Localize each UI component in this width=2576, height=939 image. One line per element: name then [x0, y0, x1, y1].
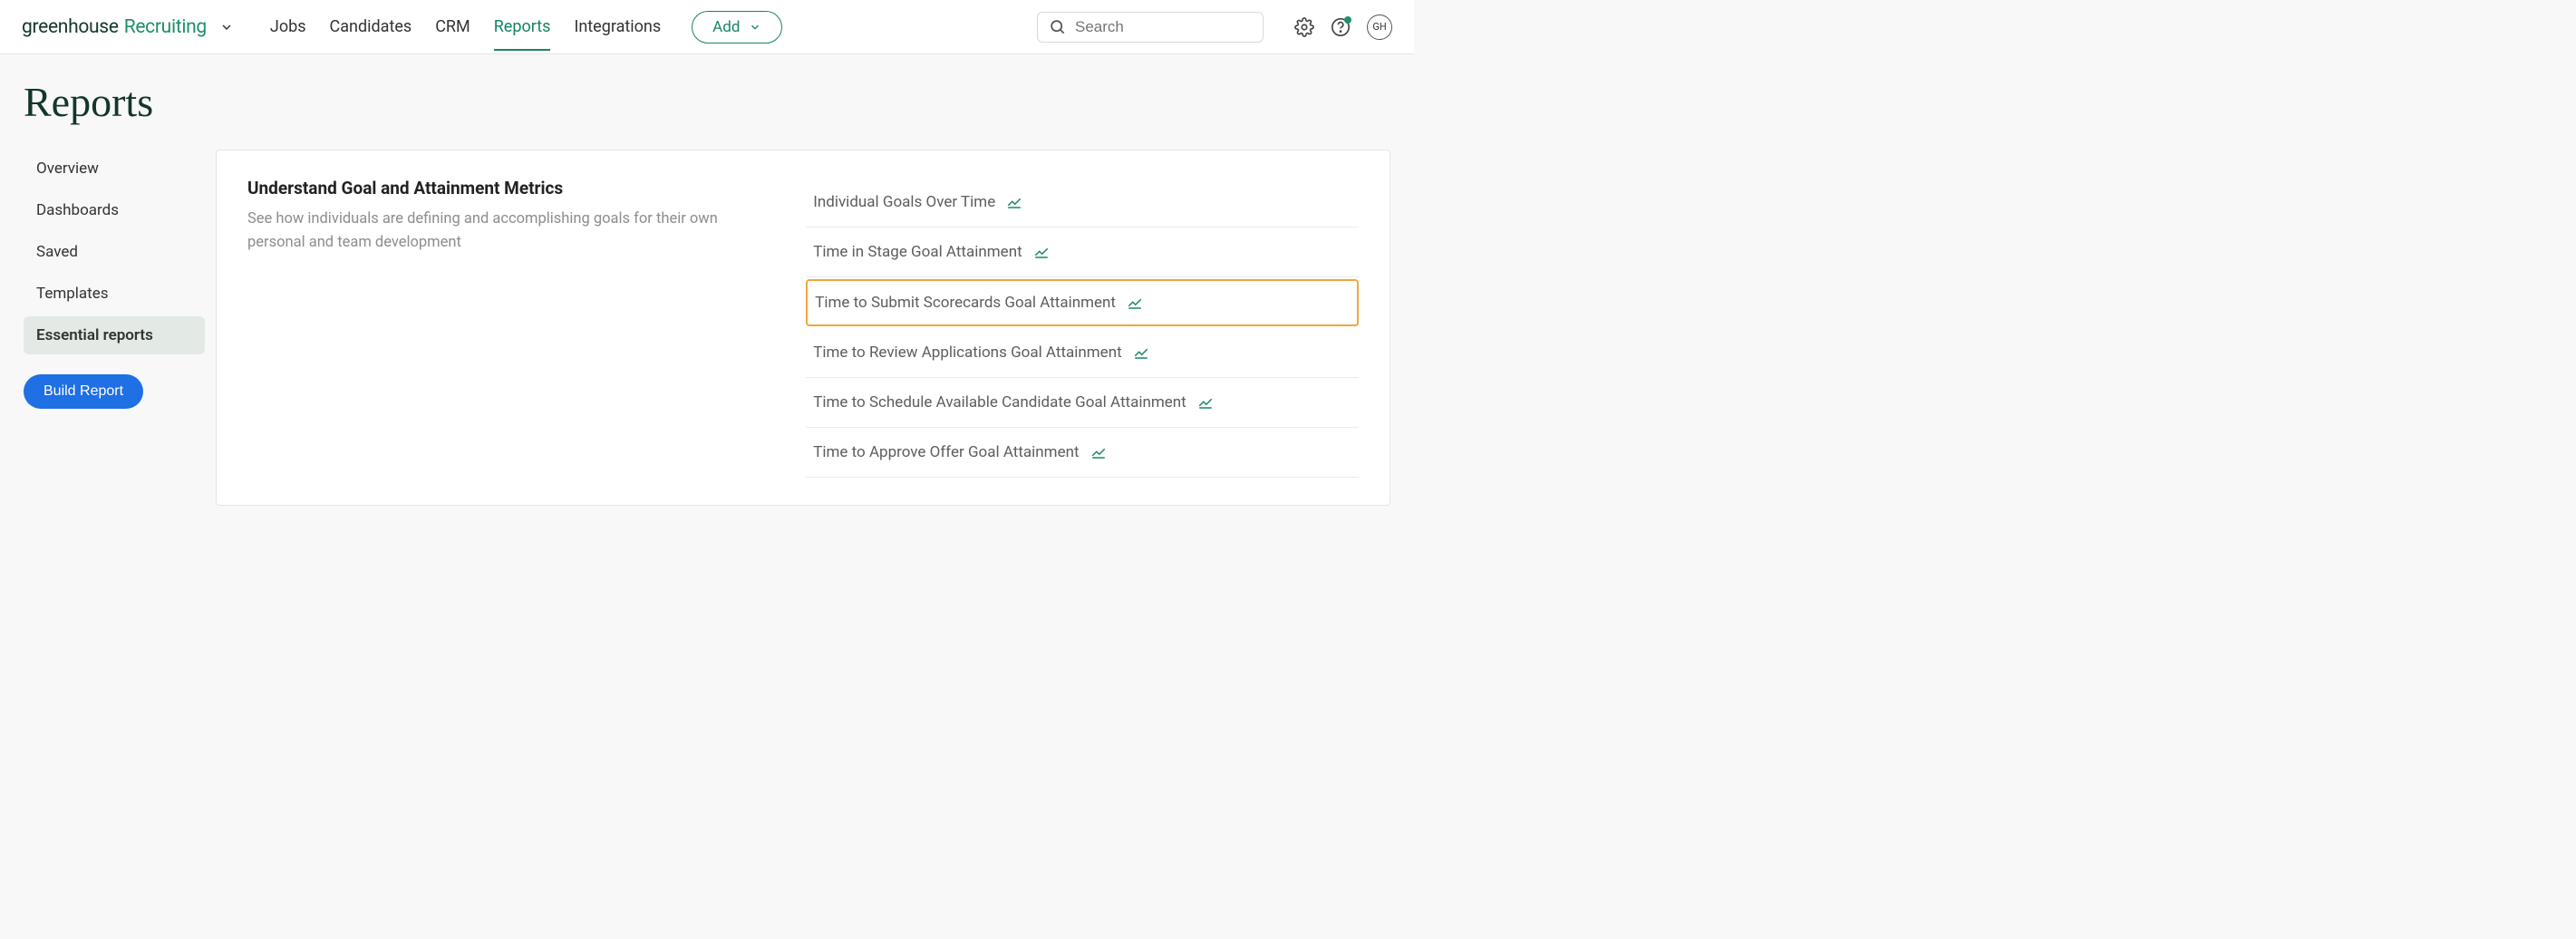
page-title: Reports [24, 78, 1390, 126]
page-body: Reports Overview Dashboards Saved Templa… [0, 54, 1414, 529]
sidebar-item-essential[interactable]: Essential reports [24, 316, 205, 354]
sidebar-item-overview[interactable]: Overview [24, 150, 205, 188]
layout: Overview Dashboards Saved Templates Esse… [24, 150, 1390, 506]
report-label: Time to Schedule Available Candidate Goa… [813, 393, 1186, 411]
report-row[interactable]: Time in Stage Goal Attainment [806, 227, 1359, 277]
section-desc: See how individuals are defining and acc… [247, 208, 770, 254]
chart-line-icon [1006, 194, 1022, 210]
section-title: Understand Goal and Attainment Metrics [247, 178, 770, 198]
chevron-down-icon [749, 21, 761, 34]
brand-part1: greenhouse [22, 16, 119, 38]
nav-crm[interactable]: CRM [435, 3, 470, 51]
sidebar-item-saved[interactable]: Saved [24, 233, 205, 271]
add-button[interactable]: Add [692, 11, 782, 44]
nav-reports[interactable]: Reports [494, 3, 551, 51]
report-label: Time to Approve Offer Goal Attainment [813, 443, 1079, 461]
chart-line-icon [1127, 295, 1143, 311]
chevron-down-icon[interactable] [219, 20, 234, 34]
avatar[interactable]: GH [1367, 15, 1392, 40]
chart-line-icon [1033, 244, 1050, 260]
help-icon[interactable] [1331, 17, 1351, 37]
report-label: Time to Review Applications Goal Attainm… [813, 344, 1121, 362]
search-box[interactable] [1037, 12, 1264, 43]
chart-line-icon [1197, 394, 1214, 411]
main-nav: Jobs Candidates CRM Reports Integrations [270, 3, 661, 51]
report-row[interactable]: Time to Submit Scorecards Goal Attainmen… [806, 279, 1359, 326]
sidebar-item-templates[interactable]: Templates [24, 275, 205, 313]
section-description: Understand Goal and Attainment Metrics S… [247, 178, 770, 478]
nav-integrations[interactable]: Integrations [574, 3, 661, 51]
report-row[interactable]: Time to Review Applications Goal Attainm… [806, 328, 1359, 378]
chart-line-icon [1090, 444, 1107, 460]
search-input[interactable] [1075, 18, 1252, 36]
report-row[interactable]: Individual Goals Over Time [806, 178, 1359, 227]
report-label: Time in Stage Goal Attainment [813, 243, 1022, 261]
report-row[interactable]: Time to Approve Offer Goal Attainment [806, 428, 1359, 478]
top-bar: greenhouse Recruiting Jobs Candidates CR… [0, 0, 1414, 54]
build-report-button[interactable]: Build Report [24, 374, 143, 409]
gear-icon[interactable] [1294, 17, 1314, 37]
report-list: Individual Goals Over Time Time in Stage … [806, 178, 1359, 478]
content-panel: Understand Goal and Attainment Metrics S… [216, 150, 1390, 506]
add-label: Add [712, 18, 740, 36]
notification-dot [1344, 16, 1351, 24]
report-label: Time to Submit Scorecards Goal Attainmen… [815, 294, 1116, 312]
sidebar: Overview Dashboards Saved Templates Esse… [24, 150, 205, 506]
search-icon [1049, 18, 1066, 35]
report-label: Individual Goals Over Time [813, 193, 995, 211]
nav-jobs[interactable]: Jobs [270, 3, 306, 51]
sidebar-item-dashboards[interactable]: Dashboards [24, 191, 205, 229]
topbar-icons: GH [1294, 15, 1392, 40]
chart-line-icon [1133, 344, 1149, 361]
report-row[interactable]: Time to Schedule Available Candidate Goa… [806, 378, 1359, 428]
nav-candidates[interactable]: Candidates [330, 3, 412, 51]
brand-logo[interactable]: greenhouse Recruiting [22, 16, 234, 38]
brand-part2: Recruiting [124, 16, 207, 38]
